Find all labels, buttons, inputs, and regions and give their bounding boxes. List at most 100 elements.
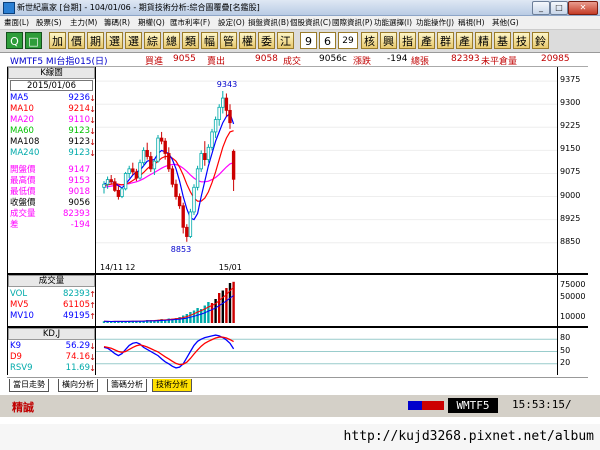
volume-value: 82393 (451, 54, 480, 64)
candle-body (156, 137, 160, 162)
volume-arrow: ↑ (89, 301, 96, 310)
menu-item[interactable]: 國際資訊(P) (332, 17, 372, 28)
toolbar: Q □ 加 價 期 選 選 綜 總 類 幅 管 權 委 江 9 6 29 核 興… (0, 30, 600, 53)
app-icon (3, 2, 15, 14)
price-axis: 9375 9300 9225 9150 9075 9000 8925 8850 (558, 67, 588, 273)
kd-chart-pane[interactable] (96, 328, 557, 375)
toolbar-button[interactable]: 選 (125, 32, 142, 49)
menu-item[interactable]: 稱視(H) (458, 17, 485, 28)
candle-body (221, 97, 225, 108)
volume-label: 總張 (411, 57, 430, 67)
toolbar-button[interactable]: 興 (380, 32, 397, 49)
menu-item[interactable]: 其他(G) (492, 17, 519, 28)
kline-legend-panel: K線圖 2015/01/06 MA5 9236 ↓ MA10 9214 ↓ MA20 9110… (8, 67, 96, 273)
price-value: -194 (70, 220, 90, 230)
menu-item[interactable]: 畫面(L) (4, 17, 29, 28)
candle-body (231, 150, 236, 180)
maximize-button[interactable]: □ (550, 1, 568, 15)
toolbar-button[interactable]: 群 (437, 32, 454, 49)
toolbar-button[interactable]: 江 (277, 32, 294, 49)
toolbar-button[interactable]: 核 (361, 32, 378, 49)
volume-arrow: ↑ (89, 312, 96, 321)
menu-item[interactable]: 匯市利率(F) (170, 17, 210, 28)
status-bar: 精誠 WMTF5 15:53:15/ (0, 394, 600, 417)
low-annotation: 8853 (171, 245, 191, 254)
ma-value: 9110 (68, 115, 90, 125)
menu-item[interactable]: 主力(M) (70, 17, 97, 28)
menu-item[interactable]: 股票(S) (36, 17, 62, 28)
ask-value: 9058 (255, 54, 278, 64)
candle-body (159, 137, 164, 142)
toolbar-button[interactable]: 鈴 (532, 32, 549, 49)
price-row: 最高價 9153 (10, 176, 96, 187)
toolbar-button[interactable]: 產 (456, 32, 473, 49)
toolbar-button[interactable]: 9 (300, 32, 317, 49)
toolbar-button[interactable]: 基 (494, 32, 511, 49)
candle-body (109, 179, 113, 183)
menu-item[interactable]: 功能操作(J) (416, 17, 454, 28)
toolbar-button[interactable]: 管 (220, 32, 237, 49)
toolbar-button[interactable]: 加 (49, 32, 66, 49)
candle-body (210, 131, 214, 148)
volume-bar (228, 283, 232, 323)
tab-chips[interactable]: 籌碼分析 (107, 379, 147, 392)
toolbar-button[interactable]: 指 (399, 32, 416, 49)
ma-row: MA10 9214 ↓ (10, 104, 96, 115)
toolbar-button[interactable]: 類 (182, 32, 199, 49)
bid-label: 買進 (145, 57, 164, 67)
volume-name: VOL (10, 289, 28, 299)
candle-body (177, 196, 182, 207)
candle-body (174, 183, 178, 197)
toolbar-button[interactable]: 6 (319, 32, 336, 49)
volume-chart-pane[interactable] (96, 275, 557, 326)
ma-name: MA108 (10, 137, 40, 147)
volume-bar (207, 302, 210, 323)
candle-body (185, 226, 189, 237)
toolbar-button[interactable]: 技 (513, 32, 530, 49)
kd-name: RSV9 (10, 363, 33, 373)
toolbar-button[interactable]: 期 (87, 32, 104, 49)
ma-value: 9236 (68, 93, 90, 103)
volume-row: MV5 61105 ↑ (10, 300, 96, 311)
menu-item[interactable]: 設定(O) (218, 17, 245, 28)
close-button[interactable]: ✕ (568, 1, 598, 15)
toolbar-button[interactable]: 29 (338, 32, 358, 49)
bid-value: 9055 (173, 54, 196, 64)
ma-name: MA20 (10, 115, 34, 125)
candle-body (213, 119, 218, 133)
toolbar-button[interactable]: 精 (475, 32, 492, 49)
price-row: 成交量 82393 (10, 209, 96, 220)
toolbar-button[interactable]: 權 (239, 32, 256, 49)
search-icon[interactable]: Q (6, 32, 23, 49)
tab-horizontal[interactable]: 橫向分析 (58, 379, 98, 392)
toolbar-button[interactable]: 產 (418, 32, 435, 49)
toolbar-button[interactable]: 選 (106, 32, 123, 49)
toolbar-button[interactable]: 綜 (144, 32, 161, 49)
toolbar-button[interactable]: 委 (258, 32, 275, 49)
menu-item[interactable]: 功能選擇(I) (374, 17, 412, 28)
menu-item[interactable]: 損盤資訊(B) (248, 17, 289, 28)
minimize-button[interactable]: _ (532, 1, 550, 15)
price-tick-label: 9225 (560, 121, 581, 131)
tab-intraday[interactable]: 當日走勢 (9, 379, 49, 392)
window-titlebar: 新世紀贏家 [台期] - 104/01/06 - 期貨技術分析:綜合圖覆疊[名鑑… (0, 0, 600, 16)
toolbar-button[interactable]: 總 (163, 32, 180, 49)
toolbar-button[interactable]: 價 (68, 32, 85, 49)
kd-tick-label: 80 (560, 333, 571, 343)
kline-chart-pane[interactable]: 9343 8853 14/11 12 15/01 (96, 67, 557, 273)
menu-item[interactable]: 期權(Q) (138, 17, 165, 28)
candle-body (102, 183, 106, 188)
kd-arrow: ↓ (89, 342, 96, 351)
kd-row: K9 56.29 ↓ (10, 341, 96, 352)
toolbar-button[interactable]: 幅 (201, 32, 218, 49)
mv10-line (103, 295, 234, 323)
price-value: 9147 (68, 165, 90, 175)
kd-legend-panel: KD,J K9 56.29 ↓ D9 74.16 ↓ RSV9 11.69 ↓ (8, 328, 96, 375)
menu-item[interactable]: 個股資訊(C) (290, 17, 331, 28)
status-clock: 15:53:15/ (512, 398, 572, 411)
window-icon[interactable]: □ (25, 32, 42, 49)
candle-body (149, 156, 153, 170)
price-name: 最高價 (10, 176, 36, 186)
menu-item[interactable]: 籌碼(R) (104, 17, 130, 28)
tab-technical[interactable]: 技術分析 (152, 379, 192, 392)
